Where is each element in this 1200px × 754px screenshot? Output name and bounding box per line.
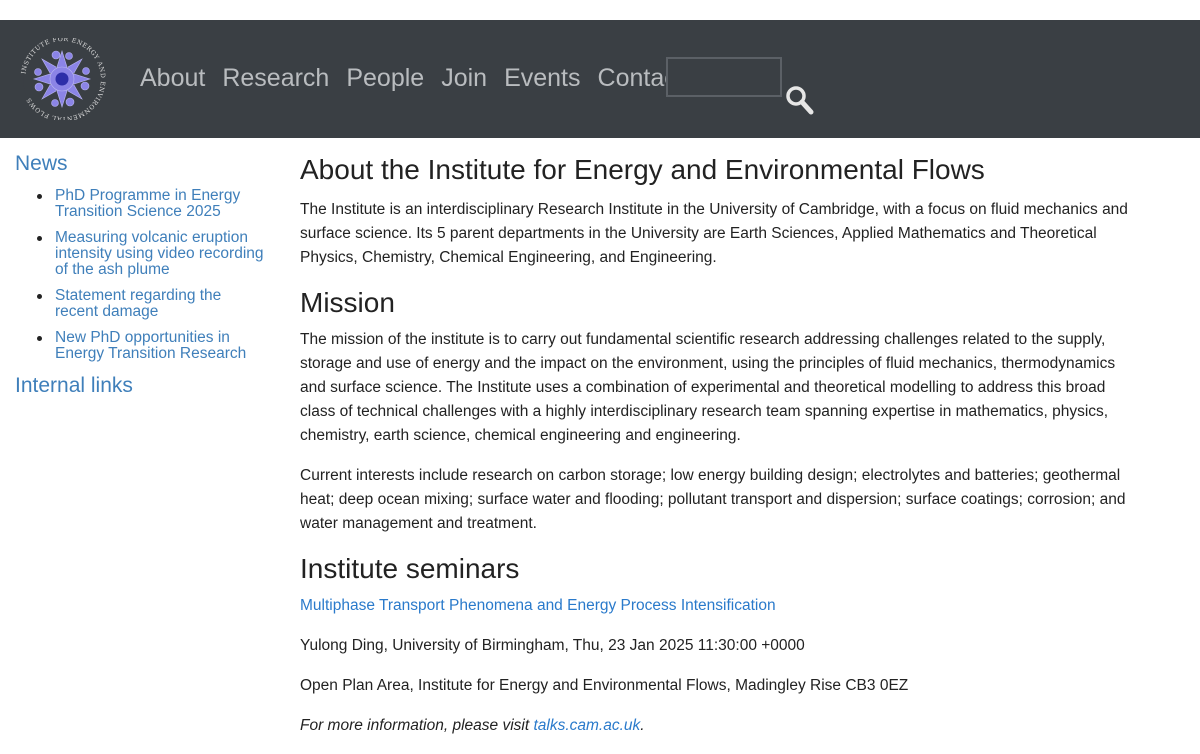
interests-paragraph: Current interests include research on ca…	[300, 467, 1126, 532]
bullet	[37, 294, 42, 299]
bullet	[37, 194, 42, 199]
nav-events[interactable]: Events	[504, 64, 580, 93]
search-input[interactable]	[666, 57, 782, 97]
seminar-title-link[interactable]: Multiphase Transport Phenomena and Energ…	[300, 597, 776, 614]
nav-people[interactable]: People	[346, 64, 424, 93]
bullet	[37, 336, 42, 341]
mission-paragraph: The mission of the institute is to carry…	[300, 331, 1116, 444]
seminar-title-paragraph: Multiphase Transport Phenomena and Energ…	[300, 594, 1130, 618]
nav-about[interactable]: About	[140, 64, 205, 93]
seminars-heading: Institute seminars	[300, 553, 520, 584]
seminar-location: Open Plan Area, Institute for Energy and…	[300, 677, 909, 694]
mission-heading: Mission	[300, 287, 395, 318]
page-title: About the Institute for Energy and Envir…	[300, 154, 985, 185]
news-heading[interactable]: News	[15, 152, 277, 176]
main-content: About the Institute for Energy and Envir…	[300, 152, 1130, 754]
snowflake-logo-icon: INSTITUTE FOR ENERGY AND ENVIRONMENTAL F…	[20, 36, 105, 122]
sidebar: News PhD Programme in Energy Transition …	[15, 152, 277, 398]
seminar-speaker: Yulong Ding, University of Birmingham, T…	[300, 637, 805, 654]
bullet	[37, 236, 42, 241]
search-button[interactable]	[784, 84, 814, 116]
news-item: PhD Programme in Energy Transition Scien…	[15, 188, 277, 220]
institute-logo[interactable]: INSTITUTE FOR ENERGY AND ENVIRONMENTAL F…	[18, 36, 108, 122]
news-list: PhD Programme in Energy Transition Scien…	[15, 188, 277, 362]
news-link-phd-programme[interactable]: PhD Programme in Energy Transition Scien…	[55, 187, 240, 220]
news-item: Statement regarding the recent damage	[15, 288, 277, 320]
top-margin	[0, 0, 1200, 20]
nav-research[interactable]: Research	[222, 64, 329, 93]
internal-links-heading[interactable]: Internal links	[15, 374, 277, 398]
magnifier-icon	[786, 86, 814, 115]
news-item: New PhD opportunities in Energy Transiti…	[15, 330, 277, 362]
about-paragraph: The Institute is an interdisciplinary Re…	[300, 201, 1128, 266]
more-info: For more information, please visit talks…	[300, 717, 645, 734]
news-item: Measuring volcanic eruption intensity us…	[15, 230, 277, 278]
talks-link[interactable]: talks.cam.ac.uk	[533, 717, 640, 734]
main-nav: About Research People Join Events Contac…	[140, 64, 701, 93]
site-header: INSTITUTE FOR ENERGY AND ENVIRONMENTAL F…	[0, 20, 1200, 138]
news-link-phd-opportunities[interactable]: New PhD opportunities in Energy Transiti…	[55, 329, 246, 362]
news-link-volcanic-eruption[interactable]: Measuring volcanic eruption intensity us…	[55, 229, 264, 278]
news-link-statement-damage[interactable]: Statement regarding the recent damage	[55, 287, 221, 320]
nav-join[interactable]: Join	[441, 64, 487, 93]
